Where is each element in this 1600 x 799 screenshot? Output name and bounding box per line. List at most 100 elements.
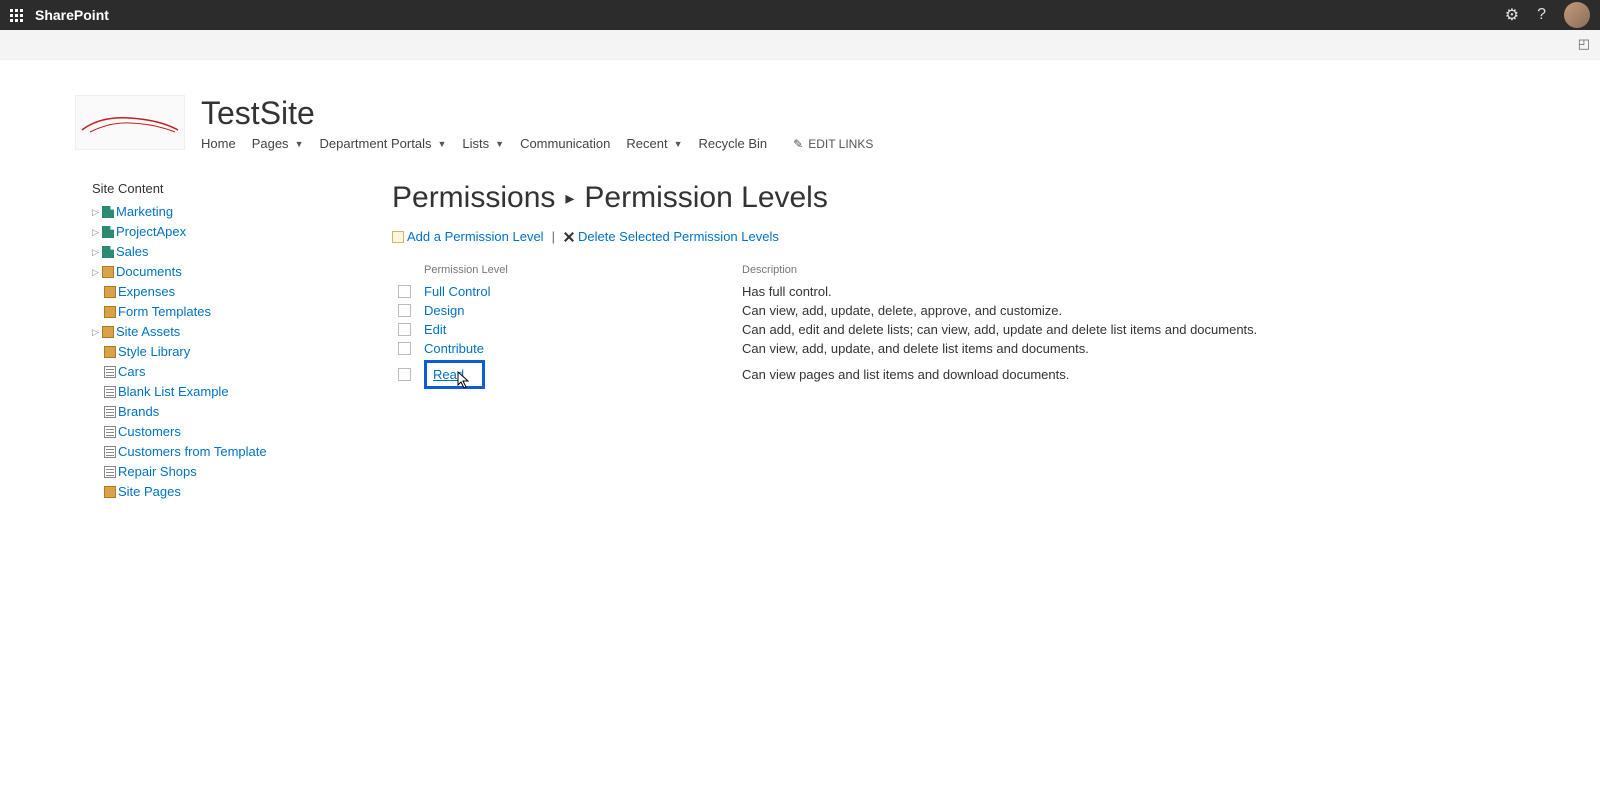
tree-node-projectapex[interactable]: ▷ ProjectApex [92,222,392,242]
tree-link[interactable]: Form Templates [118,303,211,321]
nav-recent-label: Recent [626,136,667,151]
nav-communication[interactable]: Communication [520,136,610,151]
annotation-highlight-box: Read [424,360,485,389]
expander-icon[interactable]: ▷ [92,223,100,241]
tree-node-customers[interactable]: Customers [92,422,392,442]
table-header-row: Permission Level Description [392,264,1560,282]
tree-node-blanklist[interactable]: Blank List Example [92,382,392,402]
caret-icon: ▼ [674,139,683,149]
row-checkbox[interactable] [398,368,411,381]
list-icon [104,366,116,378]
tree-link[interactable]: Expenses [118,283,175,301]
suite-bar: SharePoint ⚙ ? [0,0,1600,30]
tree-link[interactable]: Repair Shops [118,463,197,481]
delete-permission-levels-link[interactable]: Delete Selected Permission Levels [563,229,779,244]
row-checkbox[interactable] [398,285,411,298]
nav-dept-label: Department Portals [319,136,431,151]
tree-node-cars[interactable]: Cars [92,362,392,382]
tree-link[interactable]: ProjectApex [116,223,186,241]
site-icon [102,246,114,258]
settings-gear-icon[interactable]: ⚙ [1505,5,1519,25]
permission-level-link-read[interactable]: Read [433,367,464,382]
user-avatar[interactable] [1564,2,1590,28]
page-breadcrumb: Permissions ▸ Permission Levels [392,181,1560,215]
tree-link[interactable]: Marketing [116,203,173,221]
expander-icon[interactable]: ▷ [92,323,100,341]
app-launcher-icon[interactable] [10,9,23,22]
tree-node-siteassets[interactable]: ▷ Site Assets [92,322,392,342]
tree-link[interactable]: Documents [116,263,182,281]
table-row: Edit Can add, edit and delete lists; can… [392,320,1560,339]
permission-level-link-edit[interactable]: Edit [424,322,446,337]
nav-home[interactable]: Home [201,136,236,151]
nav-recycle-bin[interactable]: Recycle Bin [699,136,768,151]
nav-recent[interactable]: Recent ▼ [626,136,682,151]
main-content: Permissions ▸ Permission Levels Add a Pe… [392,181,1600,502]
delete-x-icon [563,231,575,243]
row-checkbox[interactable] [398,342,411,355]
expander-icon[interactable]: ▷ [92,203,100,221]
table-row: Full Control Has full control. [392,282,1560,301]
site-icon [102,226,114,238]
breadcrumb-parent[interactable]: Permissions [392,181,555,215]
edit-links-button[interactable]: EDIT LINKS [793,137,873,151]
permission-description: Has full control. [742,284,1560,299]
site-content-heading: Site Content [92,181,392,196]
tree-link[interactable]: Site Assets [116,323,180,341]
caret-icon: ▼ [437,139,446,149]
library-icon [104,486,116,498]
tree-node-sales[interactable]: ▷ Sales [92,242,392,262]
nav-pages[interactable]: Pages▼ [252,136,304,151]
nav-lists-label: Lists [462,136,489,151]
tree-node-repairshops[interactable]: Repair Shops [92,462,392,482]
action-toolbar: Add a Permission Level | Delete Selected… [392,229,1560,244]
row-checkbox[interactable] [398,323,411,336]
tree-node-customerstpl[interactable]: Customers from Template [92,442,392,462]
list-icon [104,406,116,418]
library-icon [102,326,114,338]
permission-levels-table: Permission Level Description Full Contro… [392,264,1560,391]
ribbon-area: ◰ [0,30,1600,60]
tree-node-documents[interactable]: ▷ Documents [92,262,392,282]
tree-link[interactable]: Sales [116,243,149,261]
add-permission-label: Add a Permission Level [407,229,544,244]
permission-description: Can view pages and list items and downlo… [742,367,1560,382]
list-icon [104,466,116,478]
tree-link[interactable]: Cars [118,363,145,381]
app-title[interactable]: SharePoint [35,7,109,23]
row-checkbox[interactable] [398,304,411,317]
tree-link[interactable]: Style Library [118,343,190,361]
column-header-name[interactable]: Permission Level [424,264,742,276]
site-title[interactable]: TestSite [201,95,873,132]
expander-icon[interactable]: ▷ [92,263,100,281]
caret-icon: ▼ [495,139,504,149]
tree-node-stylelibrary[interactable]: Style Library [92,342,392,362]
tree-link[interactable]: Brands [118,403,159,421]
tree-node-expenses[interactable]: Expenses [92,282,392,302]
column-header-description[interactable]: Description [742,264,1560,276]
add-permission-level-link[interactable]: Add a Permission Level [392,229,544,244]
tree-link[interactable]: Blank List Example [118,383,229,401]
site-logo[interactable] [75,95,185,150]
tree-node-marketing[interactable]: ▷ Marketing [92,202,392,222]
nav-lists[interactable]: Lists ▼ [462,136,504,151]
tree-link[interactable]: Customers from Template [118,443,267,461]
tree-link[interactable]: Customers [118,423,181,441]
tree-node-formtemplates[interactable]: Form Templates [92,302,392,322]
permission-level-link-contribute[interactable]: Contribute [424,341,484,356]
caret-icon: ▼ [295,139,304,149]
permission-description: Can view, add, update, and delete list i… [742,341,1560,356]
table-row: Design Can view, add, update, delete, ap… [392,301,1560,320]
permission-level-link-full-control[interactable]: Full Control [424,284,490,299]
nav-department-portals[interactable]: Department Portals ▼ [319,136,446,151]
help-icon[interactable]: ? [1537,6,1546,24]
tree-node-sitepages[interactable]: Site Pages [92,482,392,502]
expander-icon[interactable]: ▷ [92,243,100,261]
focus-content-icon[interactable]: ◰ [1578,36,1590,52]
permission-level-link-design[interactable]: Design [424,303,464,318]
tree-node-brands[interactable]: Brands [92,402,392,422]
library-icon [104,306,116,318]
breadcrumb-separator-icon: ▸ [565,188,574,209]
permission-description: Can view, add, update, delete, approve, … [742,303,1560,318]
tree-link[interactable]: Site Pages [118,483,181,501]
